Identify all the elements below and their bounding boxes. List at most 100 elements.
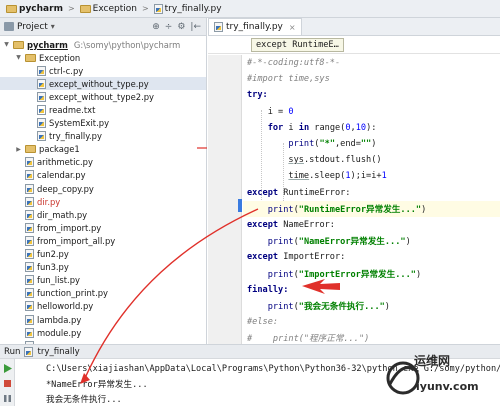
tree-item[interactable]: from_import.py: [0, 221, 206, 234]
code-editor[interactable]: #-*-coding:utf8-*- #import time,sys try: i…: [243, 55, 500, 344]
tree-item[interactable]: ▼ Exception: [0, 51, 206, 64]
code-token: except: [247, 252, 279, 263]
chevron-down-icon[interactable]: ▾: [51, 22, 55, 31]
tree-item-label: fun2.py: [37, 249, 69, 260]
locate-icon[interactable]: ⊕: [152, 22, 160, 32]
python-file-icon: [25, 262, 34, 273]
chevron-right-icon[interactable]: ▶: [15, 146, 22, 153]
code-line[interactable]: #import time,sys: [243, 71, 500, 87]
code-line[interactable]: time.sleep(1);i=i+1: [243, 168, 500, 184]
tree-item[interactable]: dir.py: [0, 195, 206, 208]
tree-item-label: dir.py: [37, 196, 61, 207]
tree-item-label: package1: [39, 144, 80, 155]
tree-item[interactable]: except_without_type.py: [0, 77, 206, 91]
gear-icon[interactable]: ⚙: [177, 22, 185, 32]
tree-item[interactable]: deep_copy.py: [0, 182, 206, 195]
code-text: #else:: [243, 317, 278, 327]
tree-item[interactable]: module.py: [0, 326, 206, 339]
chevron-down-icon[interactable]: ▼: [15, 54, 22, 61]
hide-panel-icon[interactable]: |←: [190, 22, 201, 32]
code-text: for i in range(0,10):: [243, 122, 377, 133]
tree-item[interactable]: fun3.py: [0, 261, 206, 274]
code-text: #-*-coding:utf8-*-: [243, 58, 340, 68]
run-config-name[interactable]: try_finally: [37, 347, 79, 357]
code-token: .stdout.flush(): [303, 155, 382, 166]
code-line[interactable]: try:: [243, 87, 500, 103]
tree-item[interactable]: fun_list.py: [0, 274, 206, 287]
watermark: 运维网 iyunv.com: [386, 352, 486, 402]
tree-item[interactable]: from_import_all.py: [0, 234, 206, 247]
tree-item[interactable]: arithmetic.py: [0, 156, 206, 169]
stop-icon[interactable]: [3, 379, 12, 388]
tree-item[interactable]: lambda.py: [0, 313, 206, 326]
code-line[interactable]: 12 print("NameError异常发生..."): [243, 233, 500, 249]
tree-item[interactable]: function_print.py: [0, 287, 206, 300]
code-line[interactable]: 13except ImportError:: [243, 249, 500, 265]
code-token: ,end=: [335, 139, 361, 150]
nav-crumb-file[interactable]: try_finally.py: [151, 1, 225, 17]
code-token: 10: [355, 122, 367, 133]
tree-item[interactable]: ▶ package1: [0, 143, 206, 156]
tree-item-label: pycharm: [27, 39, 68, 50]
run-title: Run: [4, 346, 21, 357]
tree-item[interactable]: except_without_type2.py: [0, 90, 206, 103]
code-line[interactable]: 18# print("程序正常..."): [243, 330, 500, 344]
code-token: time: [288, 171, 310, 182]
code-token: "": [360, 139, 372, 150]
code-line[interactable]: 16 print("我会无条件执行..."): [243, 298, 500, 314]
code-token: "我会无条件执行...": [298, 301, 385, 312]
code-line[interactable]: print("*",end=""): [243, 136, 500, 152]
code-line[interactable]: 10 print("RuntimeError异常发生..."): [243, 200, 500, 217]
pause-icon[interactable]: [3, 394, 12, 403]
tree-item[interactable]: helloworld.py: [0, 300, 206, 313]
rerun-icon[interactable]: [3, 364, 12, 373]
folder-icon: [6, 4, 17, 13]
code-token: "ImportError异常发生...": [298, 269, 416, 280]
code-token: "*": [319, 139, 335, 150]
code-token: print: [267, 301, 294, 312]
tree-item[interactable]: ctrl-c.py: [0, 64, 206, 77]
tree-item-label: from_import.py: [37, 222, 102, 233]
code-line[interactable]: 15finally:: [243, 282, 500, 298]
code-token: 0: [288, 106, 294, 117]
tree-item[interactable]: calendar.py: [0, 169, 206, 182]
tree-item[interactable]: ▼ pycharm G:\somy\python\pycharm: [0, 38, 206, 51]
code-breadcrumb[interactable]: except RuntimeE…: [251, 38, 344, 52]
code-line[interactable]: except RuntimeError:: [243, 185, 500, 201]
python-file-icon: [25, 249, 34, 260]
code-text: print("RuntimeError异常发生..."): [243, 203, 427, 215]
code-token: range(: [309, 122, 346, 133]
code-text: print("我会无条件执行..."): [243, 300, 390, 312]
code-text: # print("程序正常..."): [243, 332, 369, 344]
code-line[interactable]: sys.stdout.flush(): [243, 152, 500, 168]
project-tree: ▼ pycharm G:\somy\python\pycharm ▼ Exception…: [0, 36, 206, 352]
tree-item[interactable]: try_finally.py: [0, 130, 206, 143]
tree-item[interactable]: SystemExit.py: [0, 117, 206, 130]
code-line[interactable]: i = 0: [243, 104, 500, 120]
tree-item[interactable]: readme.txt: [0, 103, 206, 116]
tree-item-label: arithmetic.py: [37, 157, 93, 168]
tree-item[interactable]: fun2.py: [0, 248, 206, 261]
chevron-down-icon[interactable]: ▼: [3, 41, 10, 48]
code-token: i: [283, 122, 299, 133]
code-line[interactable]: #-*-coding:utf8-*-: [243, 55, 500, 71]
nav-crumb-project[interactable]: pycharm: [3, 1, 66, 17]
code-line[interactable]: 11except NameError:: [243, 217, 500, 233]
code-token: except: [247, 219, 279, 230]
tree-item[interactable]: dir_math.py: [0, 208, 206, 221]
tab-try-finally[interactable]: try_finally.py ×: [208, 18, 302, 35]
folder-icon: [25, 145, 36, 154]
code-line[interactable]: for i in range(0,10):: [243, 120, 500, 136]
code-line[interactable]: 17#else:: [243, 314, 500, 330]
project-panel-title[interactable]: Project: [17, 22, 48, 32]
python-file-icon: [25, 327, 34, 338]
python-file-icon: [37, 91, 46, 102]
close-icon[interactable]: ×: [289, 23, 296, 32]
code-token: in: [298, 122, 310, 133]
code-line[interactable]: 14 print("ImportError异常发生..."): [243, 265, 500, 281]
text-file-icon: [37, 105, 46, 116]
collapse-icon[interactable]: ÷: [165, 22, 173, 32]
nav-crumb-folder[interactable]: Exception: [77, 1, 140, 17]
